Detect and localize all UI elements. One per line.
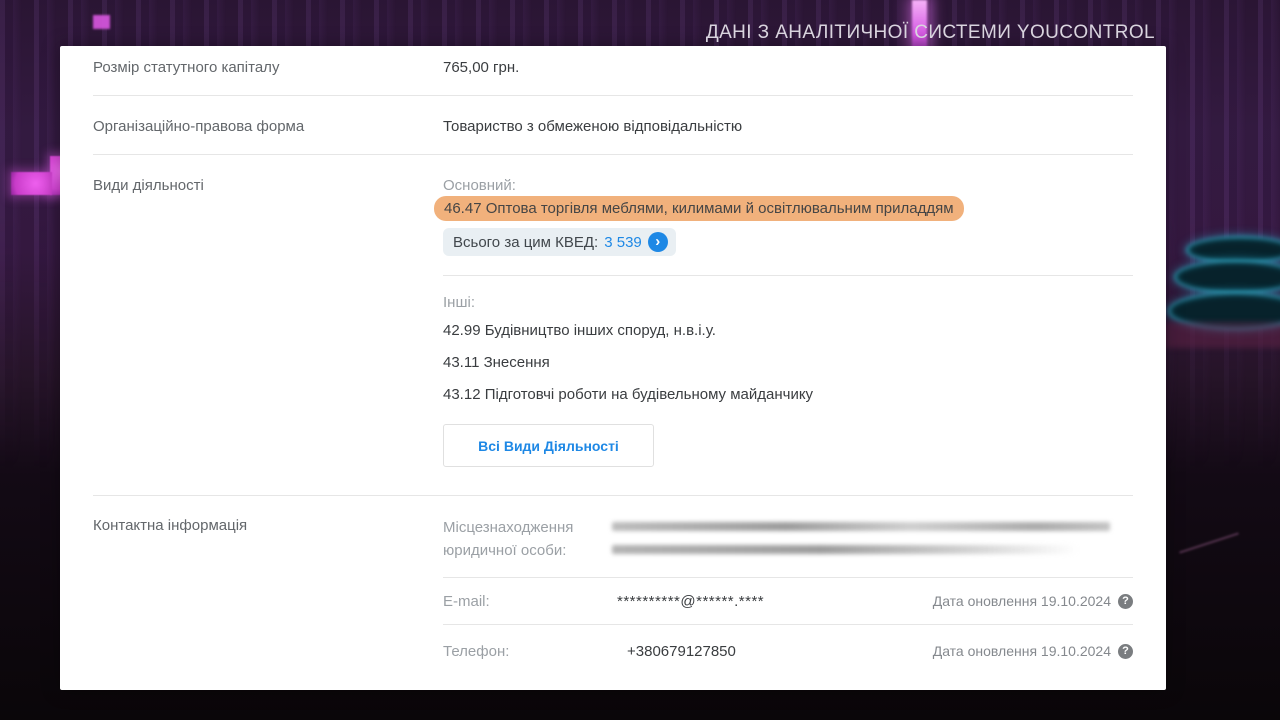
legal-form-label: Організаційно-правова форма xyxy=(93,117,304,137)
help-icon[interactable]: ? xyxy=(1118,644,1133,659)
source-caption: ДАНІ З АНАЛІТИЧНОЇ СИСТЕМИ YOUCONTROL xyxy=(706,22,1155,44)
activity-item: 43.12 Підготовчі роботи на будівельному … xyxy=(443,385,813,405)
divider xyxy=(443,577,1133,578)
phone-updated: Дата оновлення 19.10.2024 ? xyxy=(933,643,1133,659)
contacts-label: Контактна інформація xyxy=(93,516,247,536)
phone-label: Телефон: xyxy=(443,642,509,662)
activity-item: 43.11 Знесення xyxy=(443,353,550,373)
help-icon[interactable]: ? xyxy=(1118,594,1133,609)
pink-scratch xyxy=(1179,532,1239,553)
dark-band xyxy=(1165,322,1280,348)
kved-total-count[interactable]: 3 539 xyxy=(604,234,642,251)
capital-label: Розмір статутного капіталу xyxy=(93,58,279,78)
primary-activity-highlight: 46.47 Оптова торгівля меблями, килимами … xyxy=(434,196,964,221)
divider xyxy=(93,495,1133,496)
video-frame: ДАНІ З АНАЛІТИЧНОЇ СИСТЕМИ YOUCONTROL Ро… xyxy=(0,0,1280,720)
all-activities-button[interactable]: Всі Види Діяльності xyxy=(443,424,654,467)
divider xyxy=(93,95,1133,96)
redacted-address-line xyxy=(612,545,1078,554)
chevron-right-icon[interactable]: › xyxy=(648,232,668,252)
divider xyxy=(93,154,1133,155)
activity-item: 42.99 Будівництво інших споруд, н.в.і.у. xyxy=(443,321,716,341)
legal-form-value: Товариство з обмеженою відповідальністю xyxy=(443,117,742,137)
location-label: Місцезнаходження юридичної особи: xyxy=(443,516,618,562)
company-profile-card: Розмір статутного капіталу 765,00 грн. О… xyxy=(60,46,1166,690)
email-label: E-mail: xyxy=(443,592,490,612)
kved-total-chip[interactable]: Всього за цим КВЕД: 3 539 › xyxy=(443,228,676,256)
activities-label: Види діяльності xyxy=(93,176,204,196)
redacted-address-line xyxy=(612,522,1110,531)
pixel-block-left-foot xyxy=(11,172,52,195)
other-activities-caption: Інші: xyxy=(443,293,475,313)
divider xyxy=(443,275,1133,276)
pixel-block-small xyxy=(93,15,110,29)
phone-updated-text: Дата оновлення 19.10.2024 xyxy=(933,643,1111,659)
capital-value: 765,00 грн. xyxy=(443,58,519,78)
phone-value: +380679127850 xyxy=(627,642,736,662)
kved-total-label: Всього за цим КВЕД: xyxy=(453,234,598,251)
email-value-masked: **********@******.**** xyxy=(617,592,764,612)
divider xyxy=(443,624,1133,625)
email-updated: Дата оновлення 19.10.2024 ? xyxy=(933,593,1133,609)
email-updated-text: Дата оновлення 19.10.2024 xyxy=(933,593,1111,609)
primary-activity-caption: Основний: xyxy=(443,176,516,196)
